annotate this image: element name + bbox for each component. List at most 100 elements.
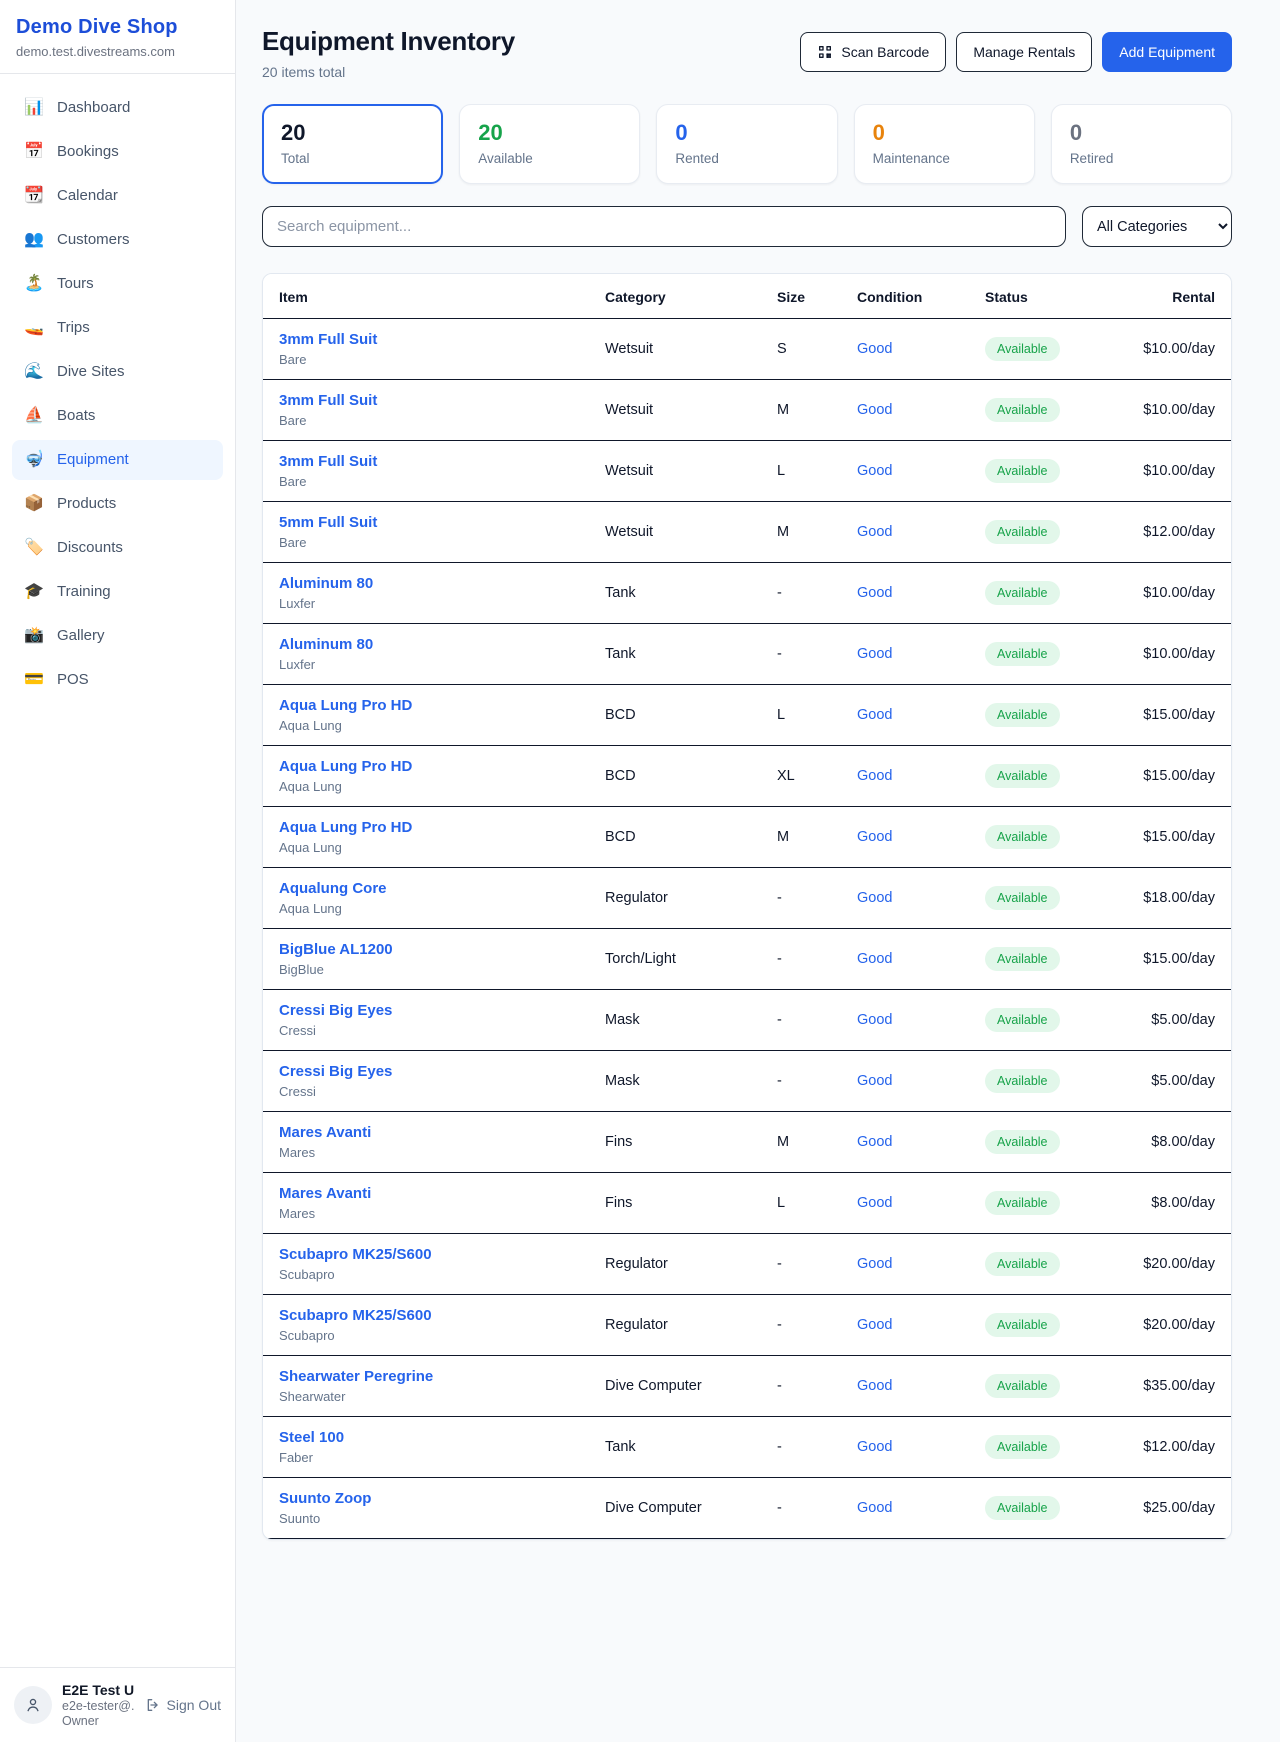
condition-link[interactable]: Good — [857, 1134, 892, 1150]
item-name-link[interactable]: Mares Avanti — [279, 1185, 573, 1202]
table-row: 3mm Full SuitBareWetsuitMGoodAvailable$1… — [263, 380, 1231, 441]
sidebar-item-equipment[interactable]: 🤿Equipment — [12, 440, 223, 480]
condition-link[interactable]: Good — [857, 1195, 892, 1211]
condition-link[interactable]: Good — [857, 1378, 892, 1394]
item-name-link[interactable]: Aluminum 80 — [279, 575, 573, 592]
sidebar-item-trips[interactable]: 🚤Trips — [12, 308, 223, 348]
column-header-item: Item — [263, 274, 589, 319]
item-name-link[interactable]: 3mm Full Suit — [279, 392, 573, 409]
condition-link[interactable]: Good — [857, 951, 892, 967]
condition-link[interactable]: Good — [857, 707, 892, 723]
stat-card-total[interactable]: 20Total — [262, 104, 443, 184]
sidebar-item-boats[interactable]: ⛵Boats — [12, 396, 223, 436]
sidebar-item-gallery[interactable]: 📸Gallery — [12, 616, 223, 656]
item-name-link[interactable]: BigBlue AL1200 — [279, 941, 573, 958]
condition-link[interactable]: Good — [857, 585, 892, 601]
status-cell: Available — [969, 563, 1111, 624]
sidebar-item-bookings[interactable]: 📅Bookings — [12, 132, 223, 172]
condition-link[interactable]: Good — [857, 1317, 892, 1333]
table-header-row: ItemCategorySizeConditionStatusRental — [263, 274, 1231, 319]
item-name-link[interactable]: Scubapro MK25/S600 — [279, 1307, 573, 1324]
condition-link[interactable]: Good — [857, 1439, 892, 1455]
size-cell: - — [761, 929, 841, 990]
status-cell: Available — [969, 1173, 1111, 1234]
item-brand: Scubapro — [279, 1328, 573, 1343]
condition-link[interactable]: Good — [857, 341, 892, 357]
item-name-link[interactable]: Aqua Lung Pro HD — [279, 758, 573, 775]
status-cell: Available — [969, 868, 1111, 929]
sidebar-item-calendar[interactable]: 📆Calendar — [12, 176, 223, 216]
size-cell: L — [761, 1173, 841, 1234]
sidebar-item-pos[interactable]: 💳POS — [12, 660, 223, 700]
condition-cell: Good — [841, 1295, 969, 1356]
item-brand: Shearwater — [279, 1389, 573, 1404]
item-name-link[interactable]: Shearwater Peregrine — [279, 1368, 573, 1385]
sidebar-item-products[interactable]: 📦Products — [12, 484, 223, 524]
sidebar-nav: 📊Dashboard📅Bookings📆Calendar👥Customers🏝️… — [0, 74, 235, 1667]
sidebar-item-customers[interactable]: 👥Customers — [12, 220, 223, 260]
condition-link[interactable]: Good — [857, 463, 892, 479]
status-cell: Available — [969, 929, 1111, 990]
item-name-link[interactable]: Scubapro MK25/S600 — [279, 1246, 573, 1263]
condition-link[interactable]: Good — [857, 890, 892, 906]
barcode-scan-icon — [817, 44, 833, 60]
user-box: E2E Test U... e2e-tester@... Owner Sign … — [0, 1667, 235, 1742]
condition-link[interactable]: Good — [857, 1073, 892, 1089]
condition-cell: Good — [841, 624, 969, 685]
stat-cards-row: 20Total20Available0Rented0Maintenance0Re… — [262, 104, 1232, 184]
condition-link[interactable]: Good — [857, 402, 892, 418]
manage-rentals-button[interactable]: Manage Rentals — [956, 32, 1092, 72]
search-input[interactable] — [262, 206, 1066, 247]
condition-link[interactable]: Good — [857, 829, 892, 845]
condition-link[interactable]: Good — [857, 646, 892, 662]
sign-out-button[interactable]: Sign Out — [145, 1697, 221, 1713]
table-row: Scubapro MK25/S600ScubaproRegulator-Good… — [263, 1234, 1231, 1295]
sidebar-item-tours[interactable]: 🏝️Tours — [12, 264, 223, 304]
size-cell: - — [761, 1295, 841, 1356]
condition-link[interactable]: Good — [857, 768, 892, 784]
status-badge: Available — [985, 1130, 1060, 1154]
item-name-link[interactable]: Aqualung Core — [279, 880, 573, 897]
rental-cell: $5.00/day — [1111, 1051, 1231, 1112]
stat-value: 20 — [281, 120, 424, 146]
table-row: 3mm Full SuitBareWetsuitSGoodAvailable$1… — [263, 319, 1231, 380]
user-role: Owner — [62, 1714, 135, 1728]
sidebar-item-dive-sites[interactable]: 🌊Dive Sites — [12, 352, 223, 392]
stat-card-maintenance[interactable]: 0Maintenance — [854, 104, 1035, 184]
item-name-link[interactable]: 3mm Full Suit — [279, 453, 573, 470]
status-badge: Available — [985, 1069, 1060, 1093]
condition-cell: Good — [841, 1112, 969, 1173]
item-name-link[interactable]: Steel 100 — [279, 1429, 573, 1446]
stat-card-rented[interactable]: 0Rented — [656, 104, 837, 184]
brand-name[interactable]: Demo Dive Shop — [16, 16, 219, 39]
condition-link[interactable]: Good — [857, 524, 892, 540]
sidebar-item-discounts[interactable]: 🏷️Discounts — [12, 528, 223, 568]
sidebar-item-dashboard[interactable]: 📊Dashboard — [12, 88, 223, 128]
item-name-link[interactable]: 3mm Full Suit — [279, 331, 573, 348]
condition-link[interactable]: Good — [857, 1012, 892, 1028]
condition-link[interactable]: Good — [857, 1500, 892, 1516]
condition-link[interactable]: Good — [857, 1256, 892, 1272]
item-name-link[interactable]: Suunto Zoop — [279, 1490, 573, 1507]
user-name: E2E Test U... — [62, 1682, 135, 1698]
item-name-link[interactable]: Aqua Lung Pro HD — [279, 819, 573, 836]
item-name-link[interactable]: Aqua Lung Pro HD — [279, 697, 573, 714]
item-name-link[interactable]: Mares Avanti — [279, 1124, 573, 1141]
sidebar-item-training[interactable]: 🎓Training — [12, 572, 223, 612]
item-name-link[interactable]: Aluminum 80 — [279, 636, 573, 653]
add-equipment-button[interactable]: Add Equipment — [1102, 32, 1232, 72]
status-badge: Available — [985, 1008, 1060, 1032]
status-cell: Available — [969, 685, 1111, 746]
rental-cell: $15.00/day — [1111, 746, 1231, 807]
scan-barcode-button[interactable]: Scan Barcode — [800, 32, 946, 72]
stat-card-available[interactable]: 20Available — [459, 104, 640, 184]
item-name-link[interactable]: Cressi Big Eyes — [279, 1002, 573, 1019]
item-cell: Aluminum 80Luxfer — [263, 563, 589, 624]
status-badge: Available — [985, 947, 1060, 971]
sidebar: Demo Dive Shop demo.test.divestreams.com… — [0, 0, 236, 1742]
item-name-link[interactable]: 5mm Full Suit — [279, 514, 573, 531]
item-brand: Mares — [279, 1145, 573, 1160]
category-select[interactable]: All Categories — [1082, 206, 1232, 247]
stat-card-retired[interactable]: 0Retired — [1051, 104, 1232, 184]
item-name-link[interactable]: Cressi Big Eyes — [279, 1063, 573, 1080]
